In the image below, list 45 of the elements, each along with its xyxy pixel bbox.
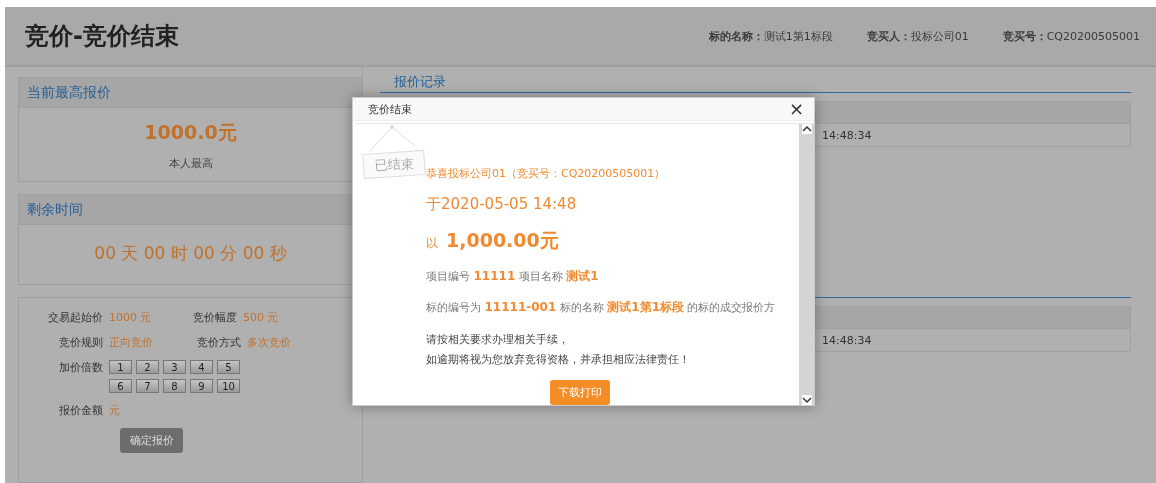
deal-price: 以 1,000.00元 — [426, 228, 560, 253]
multiplier-button[interactable]: 2 — [136, 360, 159, 374]
scroll-up-icon[interactable] — [801, 124, 812, 134]
notice-text: 如逾期将视为您放弃竞得资格，并承担相应法律责任！ — [426, 352, 691, 368]
section-title: 报价记录 — [393, 73, 447, 90]
amount-unit: 元 — [109, 403, 121, 418]
multiplier-button[interactable]: 8 — [163, 379, 186, 393]
form-label: 加价倍数 — [58, 360, 103, 375]
form-label: 报价金额 — [58, 403, 103, 418]
multiplier-button[interactable]: 6 — [109, 379, 132, 393]
dialog-title: 竞价结束 — [368, 101, 412, 117]
header-info: 标的名称：测试1第1标段 — [708, 28, 833, 44]
deal-date: 于2020-05-05 14:48 — [426, 195, 578, 214]
close-button[interactable]: × — [788, 100, 804, 118]
multiplier-button[interactable]: 1 — [109, 360, 132, 374]
bid-amount: 1000.0元 — [144, 120, 237, 145]
form-value: 多次竞价 — [247, 335, 292, 350]
confirm-bid-button[interactable]: 确定报价 — [120, 428, 183, 453]
table-cell-text: 14:48:34 — [822, 333, 873, 347]
multiplier-button[interactable]: 5 — [217, 360, 240, 374]
form-value: 正向竞价 — [109, 335, 154, 350]
scroll-down-icon[interactable] — [801, 395, 812, 405]
project-info: 项目编号 11111 项目名称 测试1 — [426, 268, 600, 285]
congrats-text: 恭喜投标公司01（竞买号：CQ20200505001） — [426, 166, 667, 181]
form-label: 竞价方式 — [196, 335, 241, 350]
multiplier-button[interactable]: 7 — [136, 379, 159, 393]
multiplier-button[interactable]: 3 — [163, 360, 186, 374]
table-cell-text: 14:48:34 — [822, 128, 873, 142]
multiplier-button[interactable]: 10 — [217, 379, 240, 393]
multiplier-button[interactable]: 4 — [190, 360, 213, 374]
form-label: 竞价规则 — [58, 335, 103, 350]
countdown: 00 天 00 时 00 分 00 秒 — [94, 242, 287, 265]
form-label: 竞价幅度 — [192, 310, 237, 325]
multiplier-button[interactable]: 9 — [190, 379, 213, 393]
form-label: 交易起始价 — [47, 310, 103, 325]
card-title: 当前最高报价 — [19, 78, 362, 108]
header-info: 竞买人：投标公司01 — [866, 28, 969, 44]
bid-note: 本人最高 — [168, 156, 213, 171]
page-title: 竞价-竞价结束 — [25, 21, 180, 52]
form-value: 1000 元 — [109, 310, 153, 325]
form-value: 500 元 — [243, 310, 280, 325]
notice-text: 请按相关要求办理相关手续， — [426, 332, 570, 348]
header-info: 竞买号：CQ20200505001 — [1002, 28, 1140, 44]
lot-info: 标的编号为 11111-001 标的名称 测试1第1标段 的标的成交报价方 — [426, 299, 777, 316]
scrollbar[interactable] — [799, 124, 814, 405]
